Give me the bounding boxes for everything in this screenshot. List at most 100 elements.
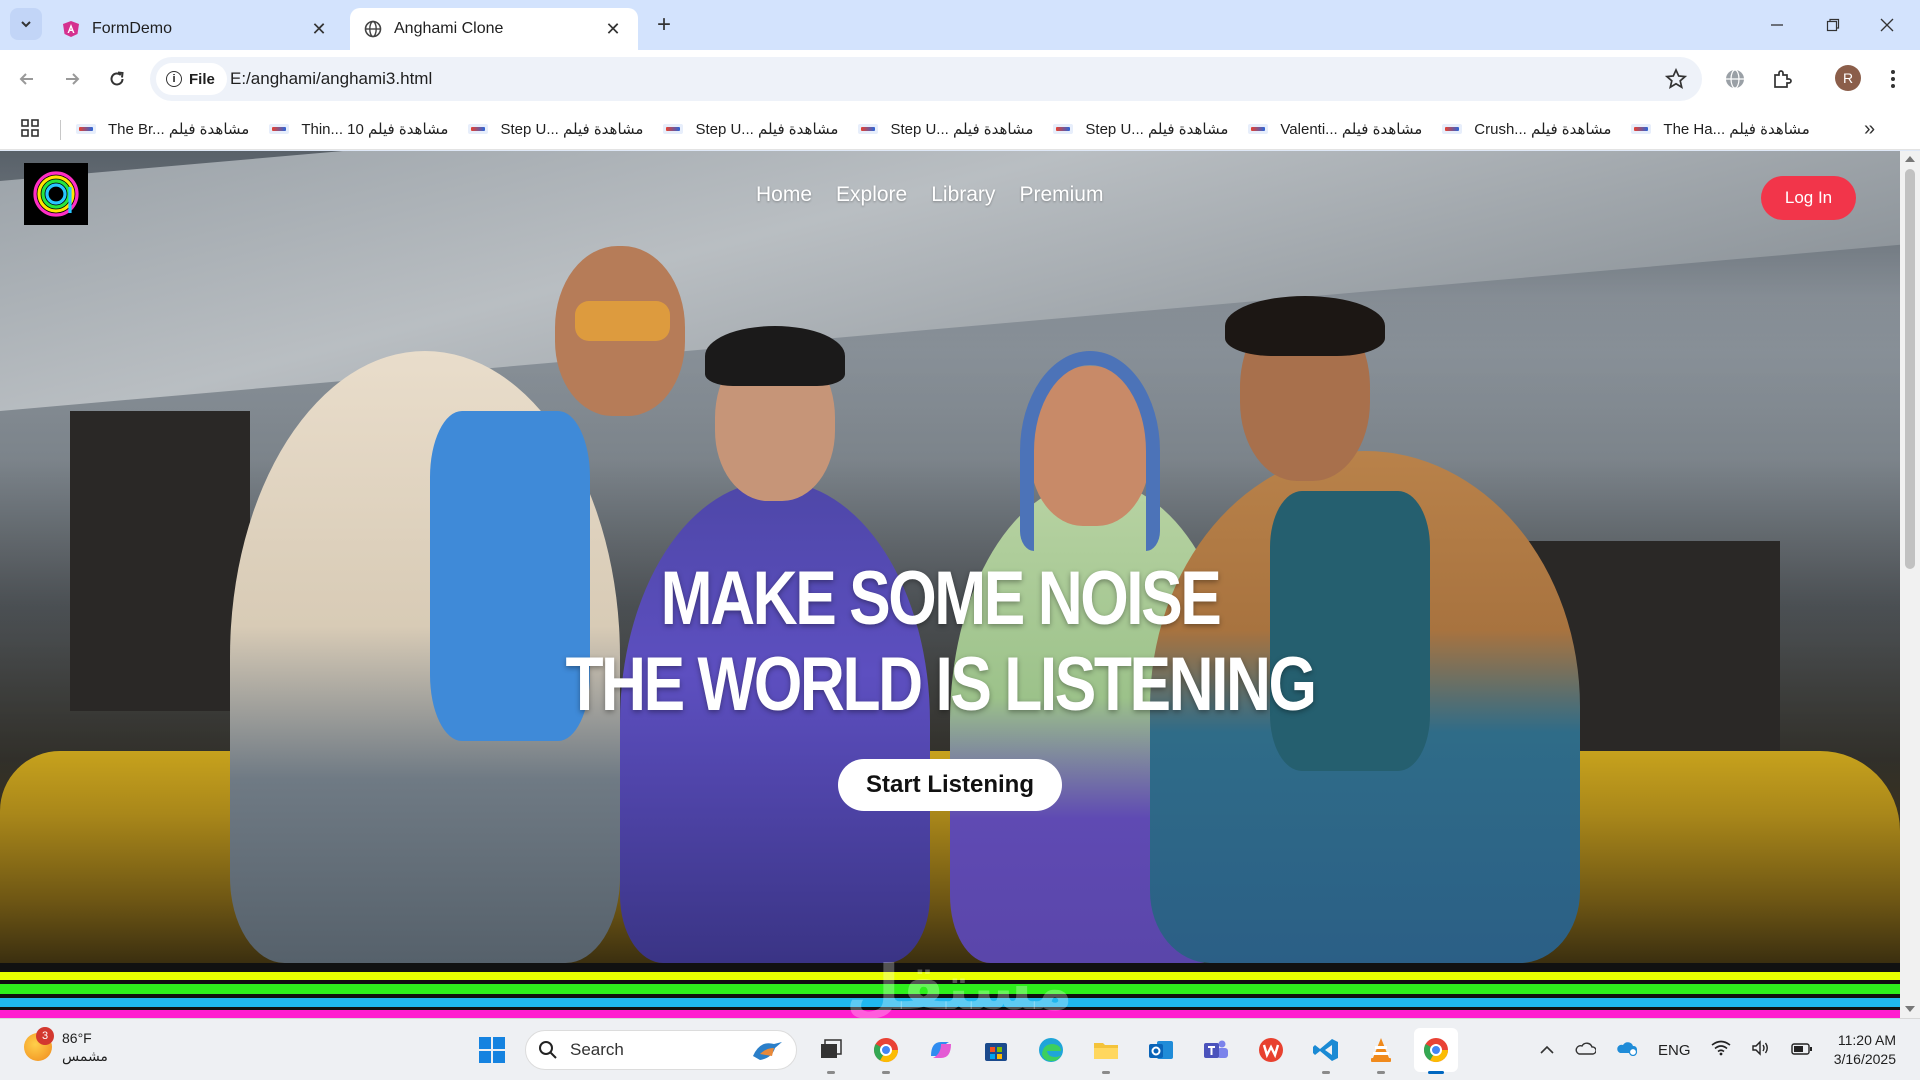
weather-badge: 3 — [36, 1027, 54, 1045]
bookmark-item[interactable]: Step U... مشاهدة فيلم — [858, 120, 1033, 138]
chrome-icon[interactable] — [1414, 1028, 1458, 1074]
site-favicon-icon — [269, 124, 290, 134]
copilot-icon[interactable] — [919, 1028, 963, 1072]
file-explorer-icon[interactable] — [1084, 1028, 1128, 1074]
bookmark-list: The Br... مشاهدة فيلم Thin... 10 مشاهدة … — [76, 108, 1830, 150]
hero-section: Home Explore Library Premium Log In MAKE… — [0, 151, 1900, 963]
site-favicon-icon — [76, 124, 96, 134]
battery-icon[interactable] — [1790, 1042, 1813, 1059]
watermark: مستقل — [846, 951, 1073, 1018]
bookmark-item[interactable]: Crush... مشاهدة فيلم — [1442, 120, 1611, 138]
start-listening-button[interactable]: Start Listening — [838, 759, 1062, 811]
translate-globe-icon[interactable] — [1720, 64, 1750, 94]
extensions-icon[interactable] — [1767, 64, 1797, 94]
more-bookmarks-icon[interactable]: » — [1864, 118, 1875, 141]
new-tab-button[interactable]: + — [650, 12, 678, 40]
language-indicator[interactable]: ENG — [1658, 1042, 1691, 1059]
angular-icon — [62, 20, 80, 38]
nav-explore[interactable]: Explore — [836, 183, 907, 207]
apps-grid-icon[interactable] — [20, 118, 42, 140]
restore-icon[interactable] — [1818, 10, 1848, 40]
weather-widget[interactable]: 3 86°F مشمس — [24, 1027, 108, 1065]
minimize-icon[interactable] — [1762, 10, 1792, 40]
edge-icon[interactable] — [1029, 1028, 1073, 1072]
profile-avatar[interactable]: R — [1835, 65, 1861, 91]
taskbar: 3 86°F مشمس Search ENG 11:20 AM 3/16/202… — [0, 1018, 1920, 1080]
tab-search-button[interactable] — [10, 8, 42, 40]
tab-formdemo[interactable]: FormDemo ✕ — [48, 8, 344, 50]
site-favicon-icon — [858, 124, 879, 134]
wifi-icon[interactable] — [1711, 1040, 1731, 1060]
close-tab-icon[interactable]: ✕ — [308, 18, 330, 40]
clock-time: 11:20 AM — [1837, 1032, 1896, 1048]
url-text[interactable]: E:/anghami/anghami3.html — [230, 69, 432, 89]
hero-photo-hair — [1225, 296, 1385, 356]
bookmark-item[interactable]: Step U... مشاهدة فيلم — [663, 120, 838, 138]
chrome-profile-icon[interactable] — [864, 1028, 908, 1074]
bookmark-item[interactable]: Step U... مشاهدة فيلم — [1053, 120, 1228, 138]
taskbar-apps: Search — [470, 1027, 1469, 1074]
store-icon[interactable] — [974, 1028, 1018, 1072]
bookmark-star-icon[interactable] — [1664, 67, 1688, 91]
scheme-label: File — [189, 70, 215, 88]
forward-icon[interactable] — [57, 64, 87, 94]
scroll-thumb[interactable] — [1905, 169, 1915, 569]
windows-start-icon[interactable] — [470, 1028, 514, 1072]
nav-library[interactable]: Library — [931, 183, 995, 207]
site-favicon-icon — [468, 124, 489, 134]
bookmark-item[interactable]: Valenti... مشاهدة فيلم — [1248, 120, 1422, 138]
bookmark-item[interactable]: Thin... 10 مشاهدة فيلم — [269, 120, 448, 138]
weather-temp: 86°F — [62, 1030, 92, 1046]
scroll-up-icon[interactable] — [1905, 156, 1915, 162]
taskbar-search[interactable]: Search — [525, 1030, 797, 1070]
back-icon[interactable] — [12, 64, 42, 94]
site-favicon-icon — [1442, 124, 1463, 134]
bookmark-item[interactable]: The Ha... مشاهدة فيلم — [1631, 120, 1810, 138]
vlc-icon[interactable] — [1359, 1028, 1403, 1074]
nav-premium[interactable]: Premium — [1019, 183, 1103, 207]
info-icon: i — [166, 71, 182, 87]
bookmark-item[interactable]: Step U... مشاهدة فيلم — [468, 120, 643, 138]
onedrive-sync-icon[interactable] — [1616, 1040, 1638, 1060]
close-window-icon[interactable] — [1872, 10, 1902, 40]
login-button[interactable]: Log In — [1761, 176, 1856, 220]
scroll-down-icon[interactable] — [1905, 1006, 1915, 1012]
page-scrollbar[interactable] — [1900, 151, 1920, 1018]
site-favicon-icon — [1631, 124, 1652, 134]
main-nav: Home Explore Library Premium — [756, 183, 1103, 207]
search-icon — [539, 1041, 557, 1059]
hero-photo-hair — [705, 326, 845, 386]
task-view-icon[interactable] — [809, 1028, 853, 1074]
browser-toolbar: i File E:/anghami/anghami3.html R — [0, 50, 1920, 108]
close-tab-icon[interactable]: ✕ — [602, 18, 624, 40]
anghami-logo[interactable] — [24, 163, 88, 225]
sun-icon: 3 — [24, 1027, 54, 1061]
vscode-icon[interactable] — [1304, 1028, 1348, 1074]
tab-title: Anghami Clone — [394, 20, 504, 37]
hero-headline: MAKE SOME NOISE THE WORLD IS LISTENING — [169, 556, 1711, 728]
volume-icon[interactable] — [1751, 1040, 1771, 1060]
site-favicon-icon — [663, 124, 684, 134]
site-info-chip[interactable]: i File — [156, 63, 227, 95]
teams-icon[interactable] — [1194, 1028, 1238, 1072]
bookmark-item[interactable]: The Br... مشاهدة فيلم — [76, 120, 249, 138]
clock[interactable]: 11:20 AM 3/16/2025 — [1820, 1031, 1896, 1069]
bookmarks-bar: The Br... مشاهدة فيلم Thin... 10 مشاهدة … — [0, 108, 1920, 150]
tab-title: FormDemo — [92, 20, 173, 37]
system-tray: ENG — [1540, 1019, 1833, 1080]
globe-icon — [364, 20, 382, 38]
anghami-logo-icon — [33, 171, 79, 217]
search-placeholder: Search — [570, 1040, 624, 1059]
headline-line-2: THE WORLD IS LISTENING — [565, 642, 1317, 727]
more-menu-icon[interactable] — [1878, 64, 1908, 94]
address-bar[interactable]: i File E:/anghami/anghami3.html — [150, 57, 1702, 101]
tab-anghami-clone[interactable]: Anghami Clone ✕ — [350, 8, 638, 50]
reload-icon[interactable] — [102, 64, 132, 94]
nav-home[interactable]: Home — [756, 183, 812, 207]
outlook-icon[interactable] — [1139, 1028, 1183, 1072]
tray-overflow-chevron-icon[interactable] — [1540, 1042, 1554, 1059]
site-favicon-icon — [1053, 124, 1074, 134]
headline-line-1: MAKE SOME NOISE — [660, 556, 1222, 641]
onedrive-icon[interactable] — [1574, 1041, 1597, 1059]
wps-office-icon[interactable] — [1249, 1028, 1293, 1072]
